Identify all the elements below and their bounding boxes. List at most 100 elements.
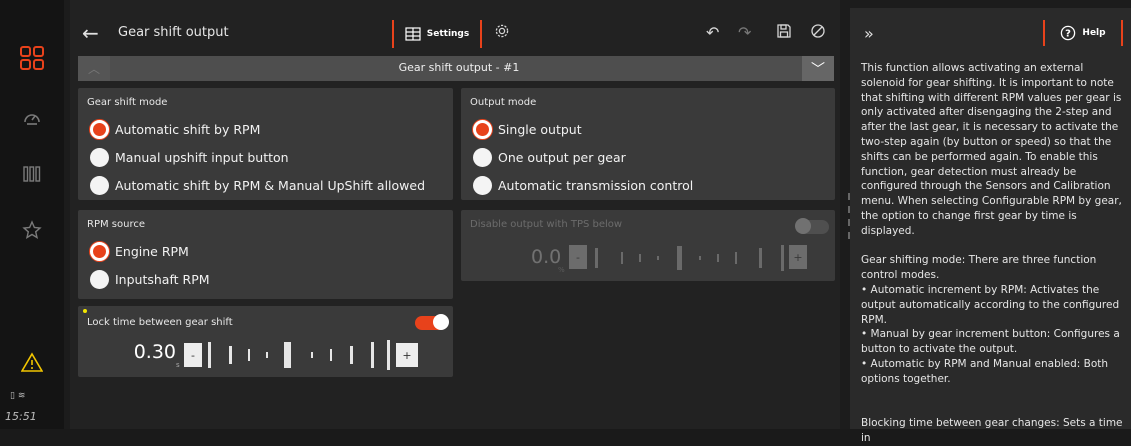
slider-tick: [229, 346, 232, 364]
home-grid-icon[interactable]: [18, 44, 46, 72]
question-icon: ?: [1061, 25, 1076, 41]
tps-increment-button[interactable]: +: [789, 245, 807, 269]
slider-tick: [387, 340, 390, 370]
main-content: ← Gear shift output Settings ↶ ↷ ︿ Gear …: [70, 0, 840, 429]
radio-label: Single output: [498, 121, 582, 137]
indicator-dot: [83, 309, 87, 313]
panel-title: Gear shift mode: [87, 97, 168, 108]
radio-unselected-icon: [90, 269, 109, 289]
help-sidebar: » ? Help This function allows activating…: [850, 8, 1131, 444]
svg-text:?: ?: [1066, 29, 1072, 40]
cancel-icon[interactable]: [810, 23, 826, 43]
help-button[interactable]: ? Help: [1043, 20, 1123, 46]
slider-tick: [371, 342, 374, 368]
app-frame: ▯ ≋ 15:51 ← Gear shift output Settings ↶…: [0, 0, 1131, 444]
slider-tick: [350, 346, 353, 364]
radio-manual-upshift[interactable]: Manual upshift input button: [90, 147, 289, 167]
lock-time-value: 0.30: [133, 341, 176, 363]
tps-value: 0.0: [531, 246, 562, 268]
radio-automatic-shift-rpm[interactable]: Automatic shift by RPM: [90, 119, 260, 139]
slider-tick: [657, 256, 659, 260]
output-selector[interactable]: ︿ Gear shift output - #1 ﹀: [78, 56, 834, 81]
radio-unselected-icon: [90, 175, 109, 195]
slider-tick: [759, 248, 762, 268]
panel-title: Output mode: [470, 97, 537, 108]
settings-label: Settings: [426, 29, 470, 39]
radio-inputshaft-rpm[interactable]: Inputshaft RPM: [90, 269, 210, 289]
radio-automatic-and-manual[interactable]: Automatic shift by RPM & Manual UpShift …: [90, 175, 425, 195]
help-text: This function allows activating an exter…: [861, 62, 1123, 444]
slider-handle[interactable]: [284, 342, 291, 368]
chevron-up-icon[interactable]: ︿: [78, 56, 110, 81]
slider-tick: [781, 245, 784, 271]
gear-icon[interactable]: [494, 23, 510, 43]
tps-disabled-overlay: Disable output with TPS below 0.0 % - +: [461, 210, 835, 281]
slider-tick: [621, 252, 623, 264]
dashboard-gauge-icon[interactable]: [18, 104, 46, 132]
slider-tick: [208, 342, 211, 368]
radio-automatic-transmission[interactable]: Automatic transmission control: [473, 175, 693, 195]
help-button-label: Help: [1082, 28, 1106, 38]
radio-label: Automatic shift by RPM: [115, 121, 261, 137]
table-icon: [405, 27, 421, 41]
panel-title: Lock time between gear shift: [87, 317, 233, 328]
slider-tick: [735, 252, 737, 264]
redo-icon[interactable]: ↷: [738, 23, 751, 42]
lock-time-decrement-button[interactable]: -: [184, 343, 202, 367]
radio-label: Engine RPM: [115, 243, 189, 259]
lock-time-panel: Lock time between gear shift 0.30 s - +: [78, 306, 453, 377]
radio-label: Manual upshift input button: [115, 149, 289, 165]
warning-icon[interactable]: [18, 348, 46, 376]
tps-unit: %: [558, 266, 565, 274]
radio-one-output-per-gear[interactable]: One output per gear: [473, 147, 626, 167]
settings-button[interactable]: Settings: [392, 20, 482, 48]
radio-label: Automatic transmission control: [498, 177, 694, 193]
radio-selected-icon: [473, 119, 492, 139]
selector-label: Gear shift output - #1: [398, 61, 520, 74]
slider-tick: [330, 349, 332, 361]
lock-time-increment-button[interactable]: +: [396, 343, 418, 367]
save-icon[interactable]: [776, 23, 792, 43]
slider-tick: [595, 248, 598, 268]
slider-tick: [717, 254, 719, 262]
slider-handle[interactable]: [677, 246, 682, 270]
tps-panel: Disable output with TPS below 0.0 % - +: [461, 210, 835, 281]
slider-tick: [699, 256, 701, 260]
lock-time-unit: s: [176, 361, 180, 369]
chevron-down-icon[interactable]: ﹀: [802, 56, 834, 81]
left-rail: ▯ ≋ 15:51: [0, 0, 64, 429]
radio-single-output[interactable]: Single output: [473, 119, 582, 139]
panel-title: RPM source: [87, 219, 145, 230]
gear-shift-mode-panel: Gear shift mode Automatic shift by RPM M…: [78, 88, 453, 200]
radio-label: Inputshaft RPM: [115, 271, 210, 287]
radio-unselected-icon: [90, 147, 109, 167]
radio-label: One output per gear: [498, 149, 626, 165]
undo-icon[interactable]: ↶: [706, 23, 719, 42]
radio-unselected-icon: [473, 175, 492, 195]
back-arrow-icon[interactable]: ←: [82, 21, 99, 45]
lock-time-toggle[interactable]: [415, 314, 449, 330]
radio-selected-icon: [90, 119, 109, 139]
panel-title: Disable output with TPS below: [470, 219, 623, 230]
page-title: Gear shift output: [118, 25, 229, 40]
status-icons: ▯ ≋: [10, 391, 26, 401]
radio-unselected-icon: [473, 147, 492, 167]
tps-decrement-button[interactable]: -: [569, 245, 587, 269]
radio-label: Automatic shift by RPM & Manual UpShift …: [115, 177, 426, 193]
clock: 15:51: [5, 410, 37, 423]
star-icon[interactable]: [18, 216, 46, 244]
help-header: » ? Help: [850, 14, 1131, 52]
slider-tick: [639, 254, 641, 262]
slider-tick: [248, 349, 250, 361]
slider-tick: [311, 352, 313, 358]
double-chevron-right-icon[interactable]: »: [864, 24, 874, 43]
top-bar: ← Gear shift output Settings ↶ ↷: [70, 14, 840, 54]
toggle-knob: [795, 218, 811, 234]
output-mode-panel: Output mode Single output One output per…: [461, 88, 835, 200]
columns-icon[interactable]: [18, 160, 46, 188]
slider-tick: [266, 352, 268, 358]
radio-selected-icon: [90, 241, 109, 261]
toggle-knob: [433, 314, 449, 330]
tps-toggle[interactable]: [795, 218, 829, 234]
radio-engine-rpm[interactable]: Engine RPM: [90, 241, 189, 261]
